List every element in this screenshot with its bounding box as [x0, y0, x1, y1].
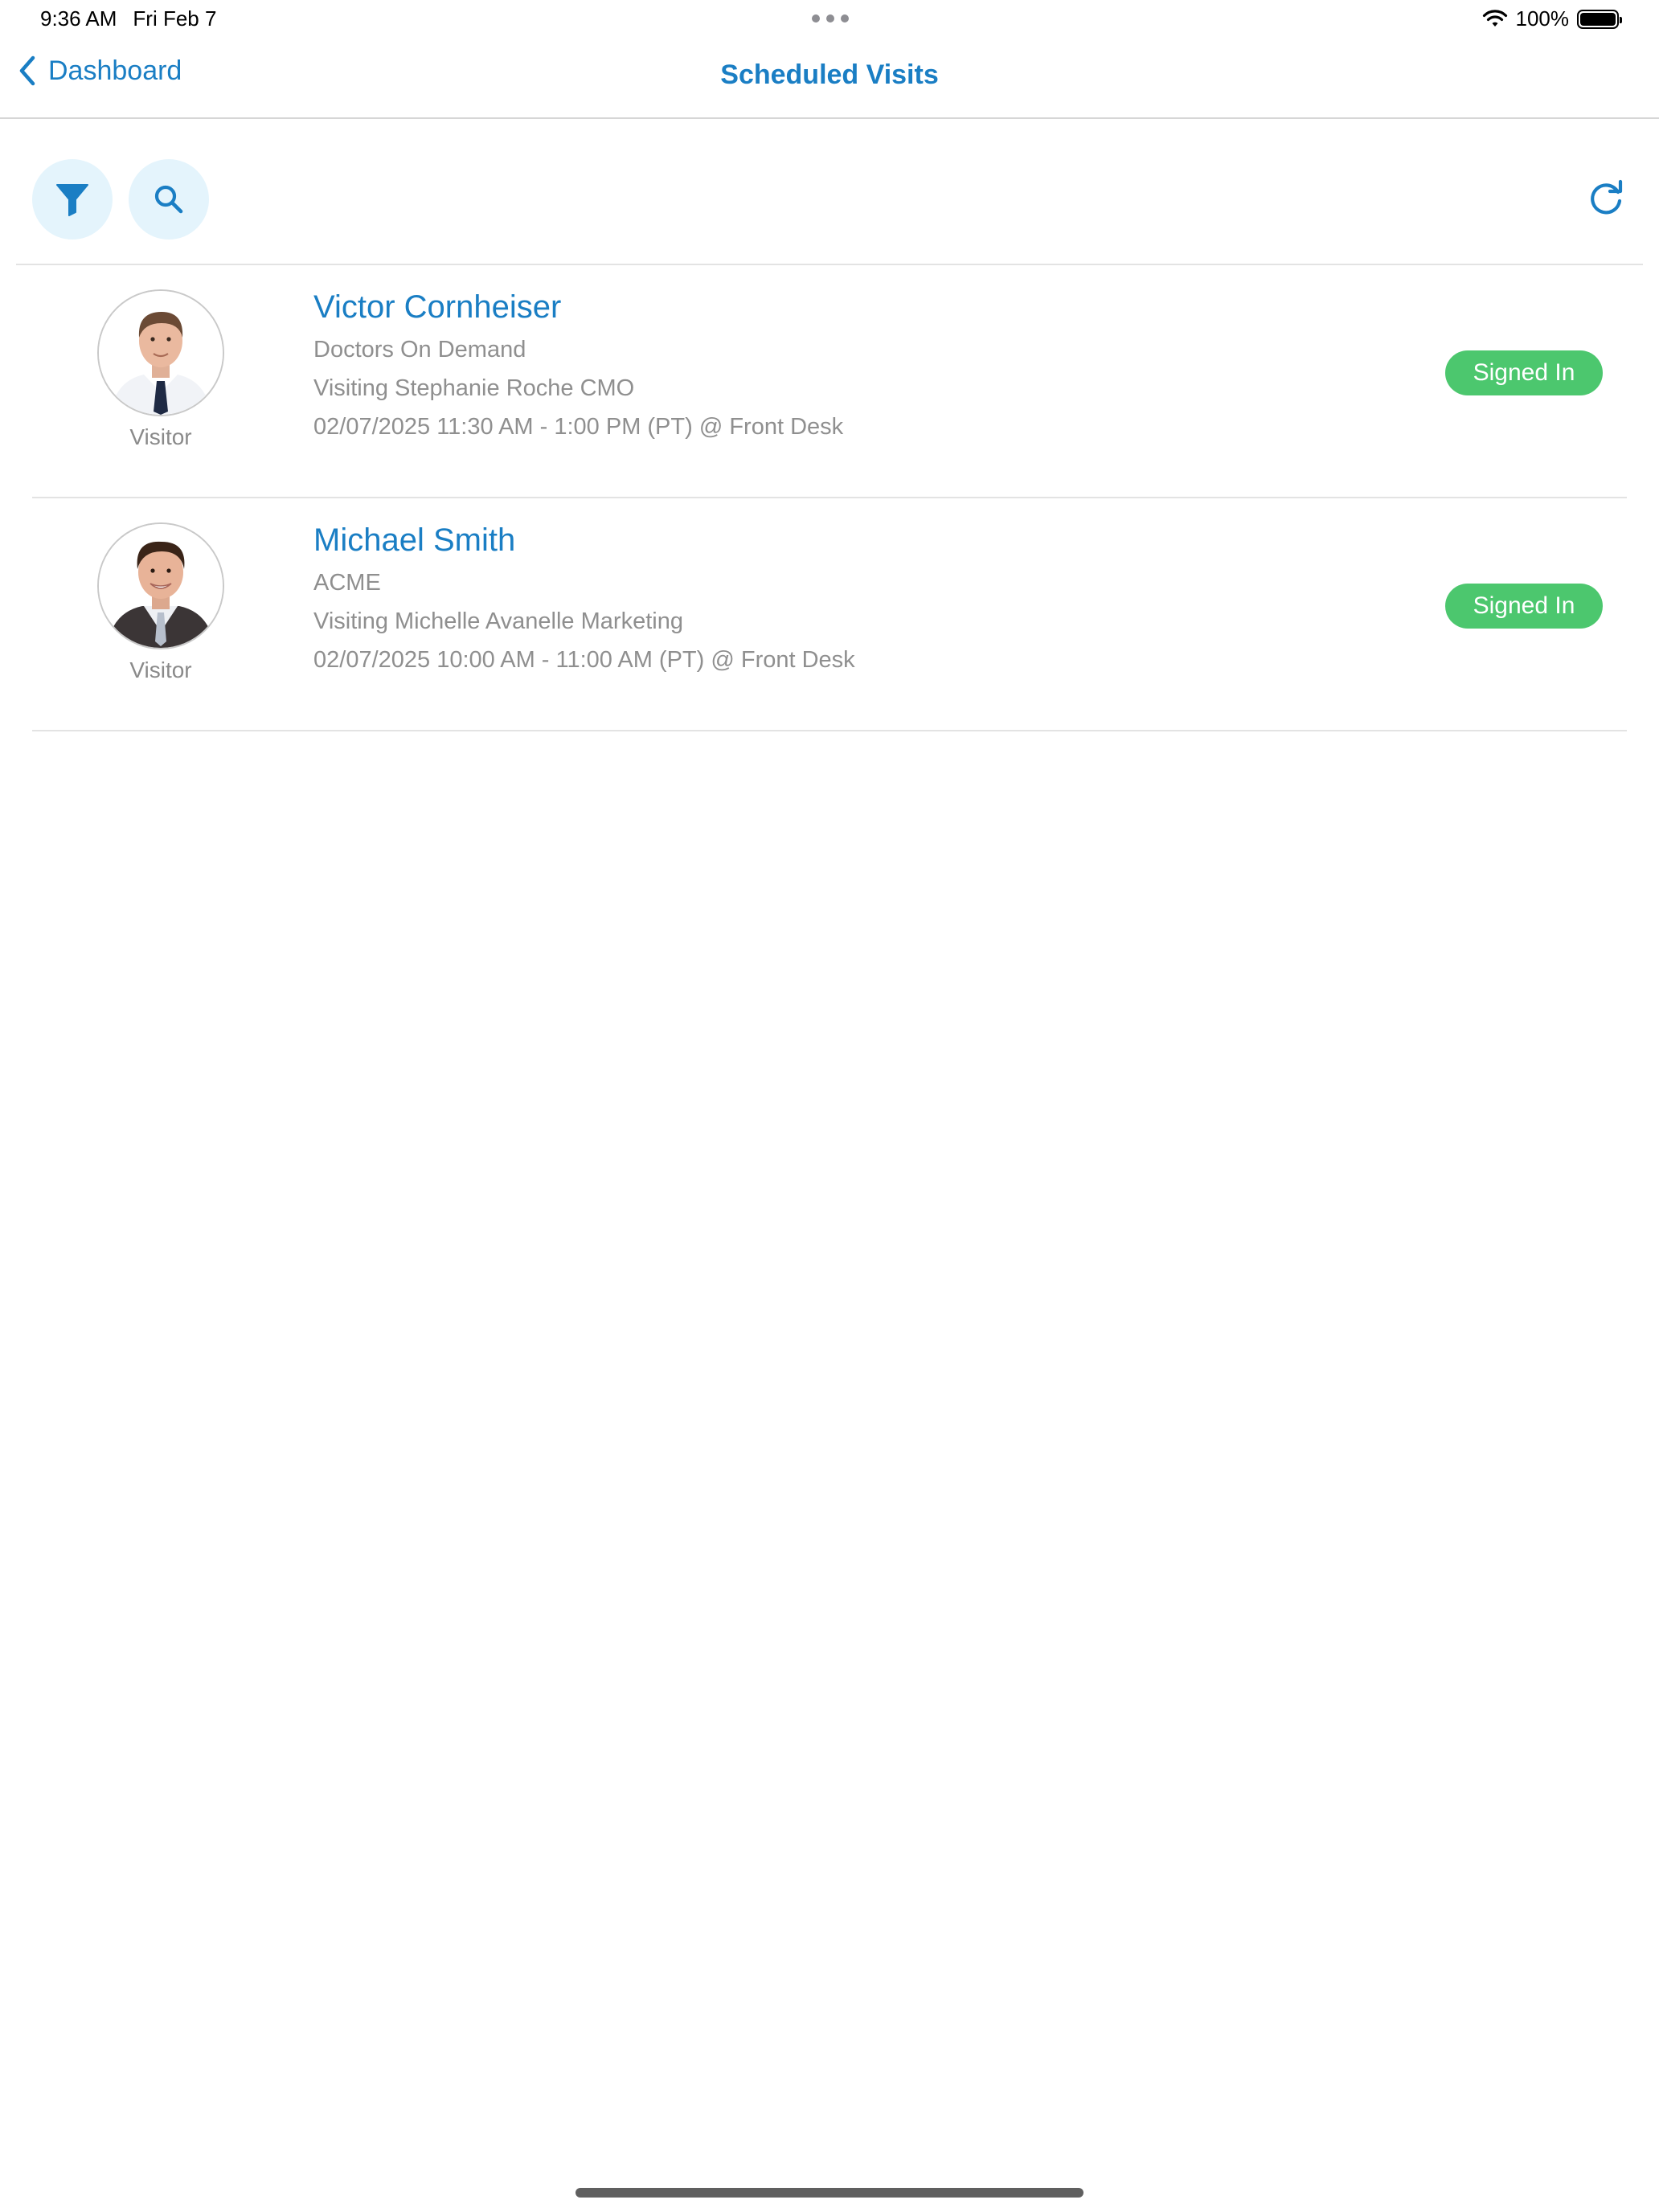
visitor-company: ACME: [313, 570, 381, 596]
visit-schedule: 02/07/2025 11:30 AM - 1:00 PM (PT) @ Fro…: [313, 414, 844, 440]
page-title: Scheduled Visits: [720, 59, 939, 90]
avatar: [97, 522, 224, 649]
visitor-company: Doctors On Demand: [313, 337, 526, 363]
refresh-icon[interactable]: [1587, 178, 1625, 217]
status-date: Fri Feb 7: [133, 6, 217, 31]
status-time-date: 9:36 AM Fri Feb 7: [40, 6, 216, 31]
visitor-name[interactable]: Victor Cornheiser: [313, 289, 843, 326]
role-label: Visitor: [129, 424, 192, 449]
visit-info: Michael Smith ACME Visiting Michelle Ava…: [313, 522, 855, 674]
home-indicator[interactable]: [576, 2188, 1083, 2198]
visit-info: Victor Cornheiser Doctors On Demand Visi…: [313, 289, 843, 441]
search-button[interactable]: [129, 159, 209, 240]
wifi-icon: [1482, 9, 1507, 27]
toolbar: [0, 121, 1659, 264]
status-time: 9:36 AM: [40, 6, 117, 31]
visit-schedule: 02/07/2025 10:00 AM - 11:00 AM (PT) @ Fr…: [313, 647, 855, 673]
visitor-avatar-block: Visitor: [96, 522, 225, 683]
visit-row[interactable]: Visitor Victor Cornheiser Doctors On Dem…: [32, 265, 1627, 498]
multitasking-dots-icon[interactable]: [812, 14, 849, 23]
visit-host: Visiting Stephanie Roche CMO: [313, 375, 635, 401]
visitor-photo-icon: [99, 524, 223, 648]
visitor-avatar-block: Visitor: [96, 289, 225, 450]
battery-icon: [1577, 9, 1622, 29]
filter-icon: [56, 184, 88, 216]
visit-host: Visiting Michelle Avanelle Marketing: [313, 608, 683, 634]
status-badge: Signed In: [1445, 584, 1603, 629]
status-indicators: 100%: [1482, 6, 1622, 31]
status-bar: 9:36 AM Fri Feb 7 100%: [0, 0, 1659, 39]
search-icon: [154, 185, 183, 214]
battery-percent: 100%: [1515, 6, 1570, 31]
visit-row[interactable]: Visitor Michael Smith ACME Visiting Mich…: [32, 498, 1627, 731]
visit-list: Visitor Victor Cornheiser Doctors On Dem…: [32, 265, 1627, 731]
visitor-photo-icon: [99, 291, 223, 415]
filter-button[interactable]: [32, 159, 113, 240]
navigation-bar: Dashboard Scheduled Visits: [0, 39, 1659, 119]
visitor-name[interactable]: Michael Smith: [313, 522, 855, 559]
role-label: Visitor: [129, 657, 192, 682]
avatar: [97, 289, 224, 416]
status-badge: Signed In: [1445, 350, 1603, 395]
